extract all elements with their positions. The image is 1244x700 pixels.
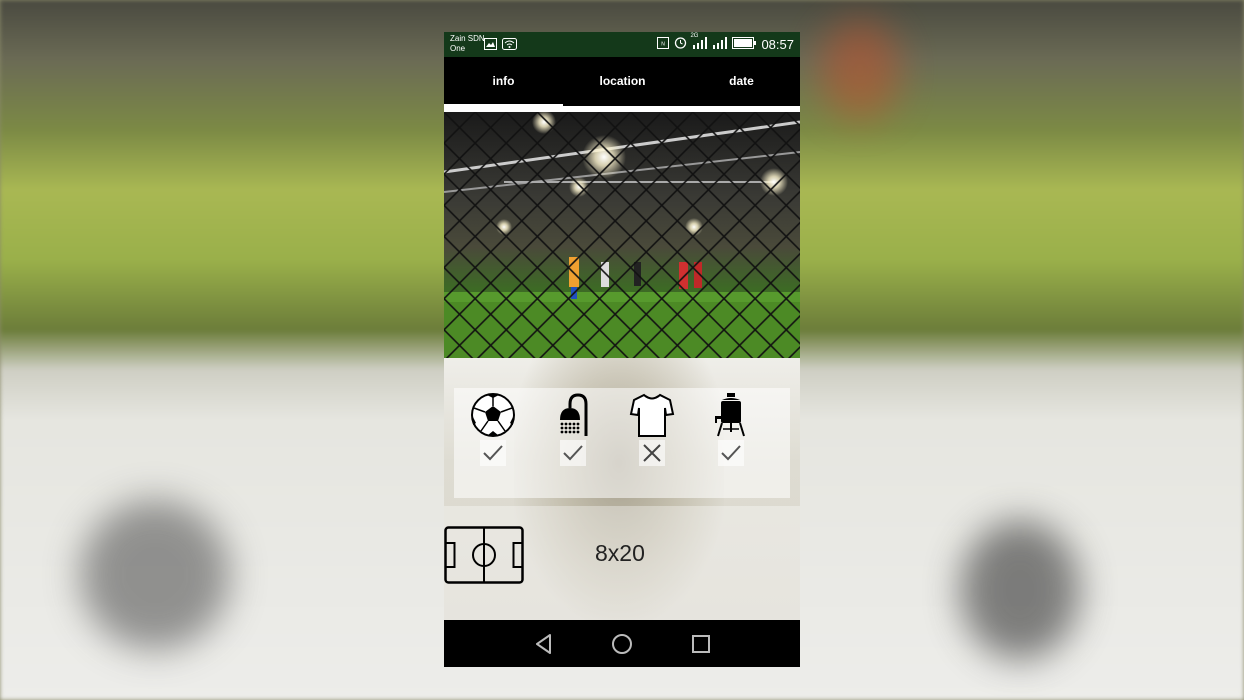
unavailable-x-icon bbox=[639, 440, 665, 466]
status-bar: Zain SDN One N 2G 08:57 bbox=[444, 32, 800, 57]
field-size-value: 8x20 bbox=[595, 540, 645, 566]
status-right-icons: N 2G 08:57 bbox=[657, 33, 794, 52]
tab-label: info bbox=[492, 74, 515, 88]
carrier-line-1: Zain SDN bbox=[450, 34, 485, 43]
field-size-row: 8x20 bbox=[444, 506, 800, 620]
amenity-jersey bbox=[627, 392, 677, 472]
signal-icon bbox=[712, 36, 728, 52]
amenity-shower bbox=[548, 392, 598, 472]
available-check-icon bbox=[560, 440, 586, 466]
svg-text:N: N bbox=[662, 41, 666, 47]
tab-location[interactable]: location bbox=[563, 57, 682, 109]
amenity-water-cooler bbox=[706, 392, 756, 472]
back-icon[interactable] bbox=[532, 632, 556, 656]
tab-label: date bbox=[729, 74, 754, 88]
jersey-icon bbox=[627, 392, 677, 438]
amenity-ball bbox=[468, 392, 518, 472]
status-time: 08:57 bbox=[761, 36, 794, 52]
navigation-bar bbox=[444, 620, 800, 667]
background-blur-blob bbox=[960, 520, 1080, 660]
background-blur-blob bbox=[80, 500, 230, 650]
battery-icon bbox=[732, 36, 757, 52]
tab-label: location bbox=[599, 74, 646, 88]
wifi-icon bbox=[502, 37, 517, 55]
signal-icon: 2G bbox=[690, 33, 708, 52]
soccer-ball-icon bbox=[468, 392, 518, 438]
carrier-name: Zain SDN One bbox=[450, 34, 485, 54]
available-check-icon bbox=[718, 440, 744, 466]
water-cooler-icon bbox=[706, 392, 756, 438]
background-blur-blob bbox=[820, 20, 900, 120]
shower-icon bbox=[548, 392, 598, 438]
image-icon bbox=[484, 37, 497, 55]
status-left-icons bbox=[484, 37, 517, 55]
tab-info[interactable]: info bbox=[444, 57, 563, 109]
available-check-icon bbox=[480, 440, 506, 466]
football-field-icon bbox=[444, 526, 524, 584]
tab-date[interactable]: date bbox=[682, 57, 800, 109]
recents-icon[interactable] bbox=[689, 632, 713, 656]
venue-photo bbox=[444, 112, 800, 358]
home-icon[interactable] bbox=[610, 632, 634, 656]
tab-bar: info location date bbox=[444, 57, 800, 109]
info-content: 8x20 bbox=[444, 358, 800, 620]
nfc-icon: N bbox=[657, 36, 670, 52]
network-type: 2G bbox=[690, 32, 699, 39]
phone-screen: Zain SDN One N 2G 08:57 info location da… bbox=[444, 32, 800, 667]
alarm-icon bbox=[674, 36, 687, 52]
carrier-line-2: One bbox=[450, 44, 466, 53]
tab-selected-indicator bbox=[444, 104, 563, 109]
